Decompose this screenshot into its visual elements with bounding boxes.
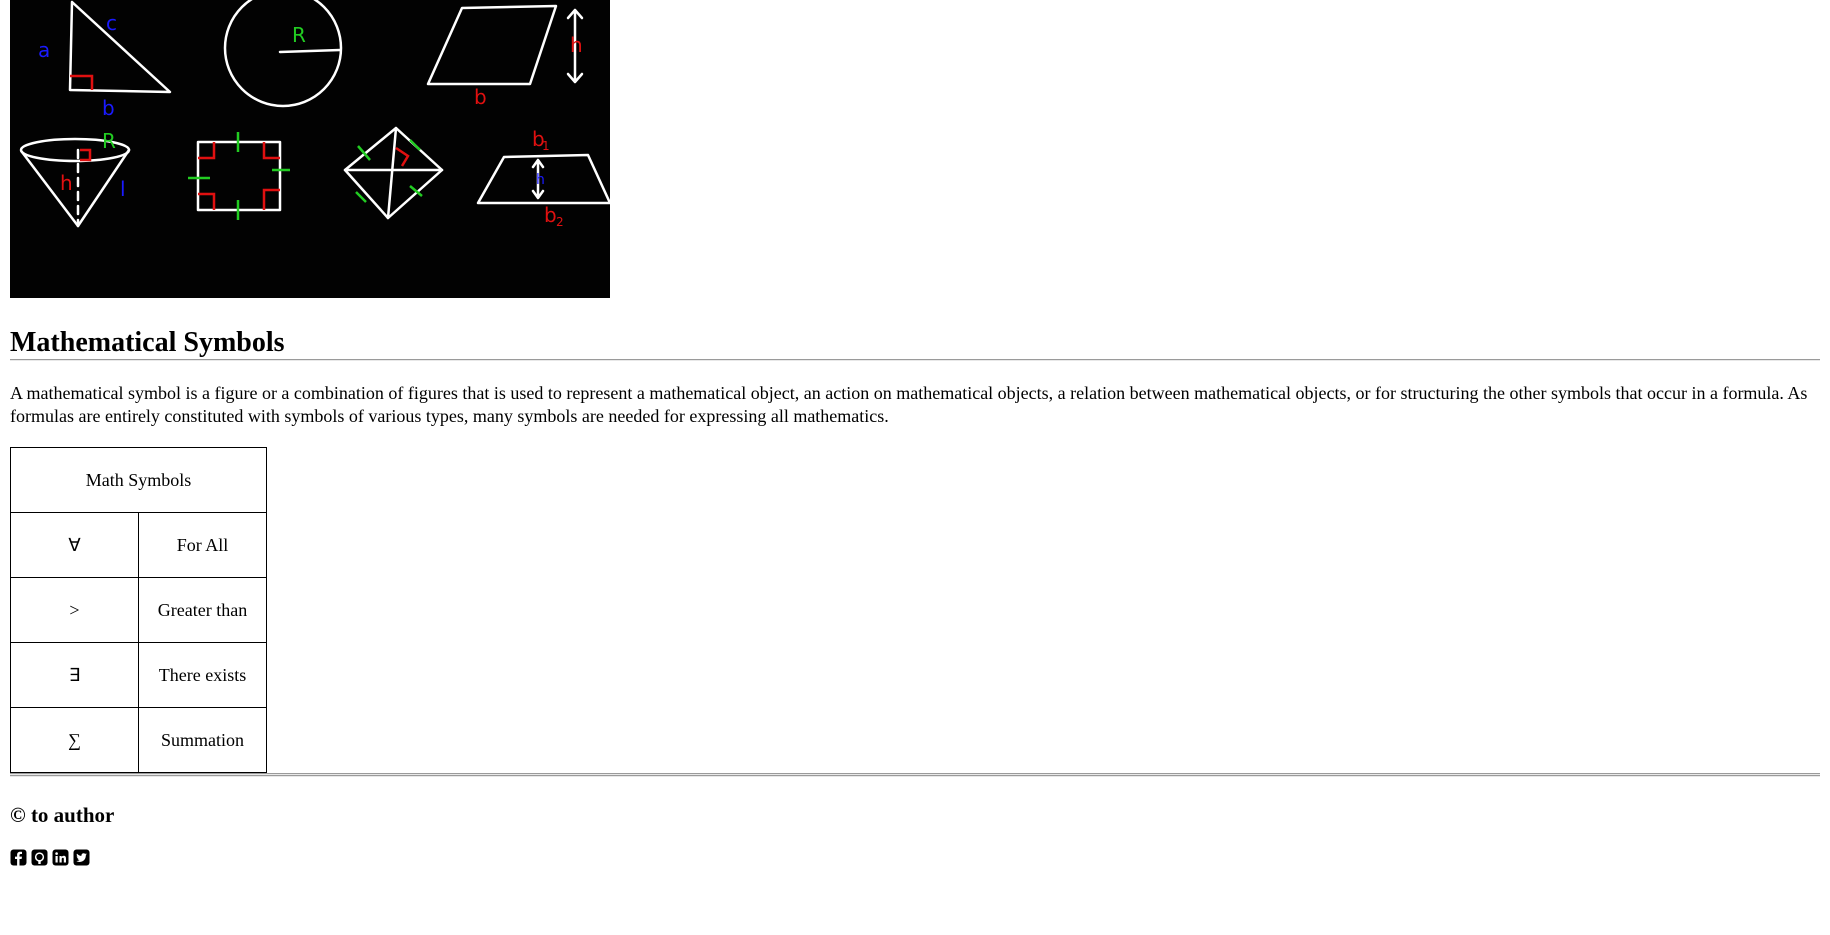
- circle-radius-label: R: [292, 23, 306, 47]
- divider: [10, 359, 1820, 361]
- facebook-icon[interactable]: [10, 849, 27, 866]
- table-header-row: Math Symbols: [10, 447, 267, 513]
- parallelogram-height-label: h: [570, 33, 583, 57]
- meaning-cell: For All: [138, 512, 267, 578]
- triangle-side-a-label: a: [38, 38, 50, 62]
- symbol-cell: ∑: [10, 707, 139, 773]
- trapezoid-top-base-subscript: 1: [542, 139, 550, 153]
- symbol-cell: >: [10, 577, 139, 643]
- meaning-cell: There exists: [138, 642, 267, 708]
- triangle-side-b-label: b: [102, 96, 115, 120]
- trapezoid-height-label: h: [536, 172, 545, 188]
- geometry-shapes-image: a c b R h b h R l b 1 h b 2: [10, 0, 610, 298]
- table-row: > Greater than: [10, 577, 267, 643]
- twitter-icon[interactable]: [73, 849, 90, 866]
- footer-copyright: © to author: [10, 803, 115, 827]
- parallelogram-base-label: b: [474, 85, 487, 109]
- github-icon[interactable]: [31, 849, 48, 866]
- trapezoid-bottom-base-label: b: [544, 203, 557, 227]
- meaning-cell: Greater than: [138, 577, 267, 643]
- symbol-cell: ∃: [10, 642, 139, 708]
- table-row: ∃ There exists: [10, 642, 267, 708]
- cone-height-label: h: [60, 171, 73, 195]
- cone-radius-label: R: [102, 129, 116, 153]
- geometry-shapes-drawing: a c b R h b h R l b 1 h b 2: [10, 0, 610, 298]
- divider: [10, 775, 1820, 777]
- math-symbols-table: Math Symbols ∀ For All > Greater than ∃ …: [10, 447, 267, 773]
- meaning-cell: Summation: [138, 707, 267, 773]
- page-title: Mathematical Symbols: [10, 327, 285, 358]
- table-row: ∀ For All: [10, 512, 267, 578]
- table-header: Math Symbols: [10, 447, 267, 513]
- linkedin-icon[interactable]: [52, 849, 69, 866]
- triangle-side-c-label: c: [106, 11, 117, 35]
- cone-slant-label: l: [120, 177, 126, 201]
- trapezoid-bottom-base-subscript: 2: [556, 215, 564, 229]
- intro-paragraph: A mathematical symbol is a figure or a c…: [10, 383, 1808, 426]
- table-row: ∑ Summation: [10, 707, 267, 773]
- page: a c b R h b h R l b 1 h b 2 Mathematical…: [0, 0, 1830, 866]
- social-links: [10, 849, 1820, 866]
- symbol-cell: ∀: [10, 512, 139, 578]
